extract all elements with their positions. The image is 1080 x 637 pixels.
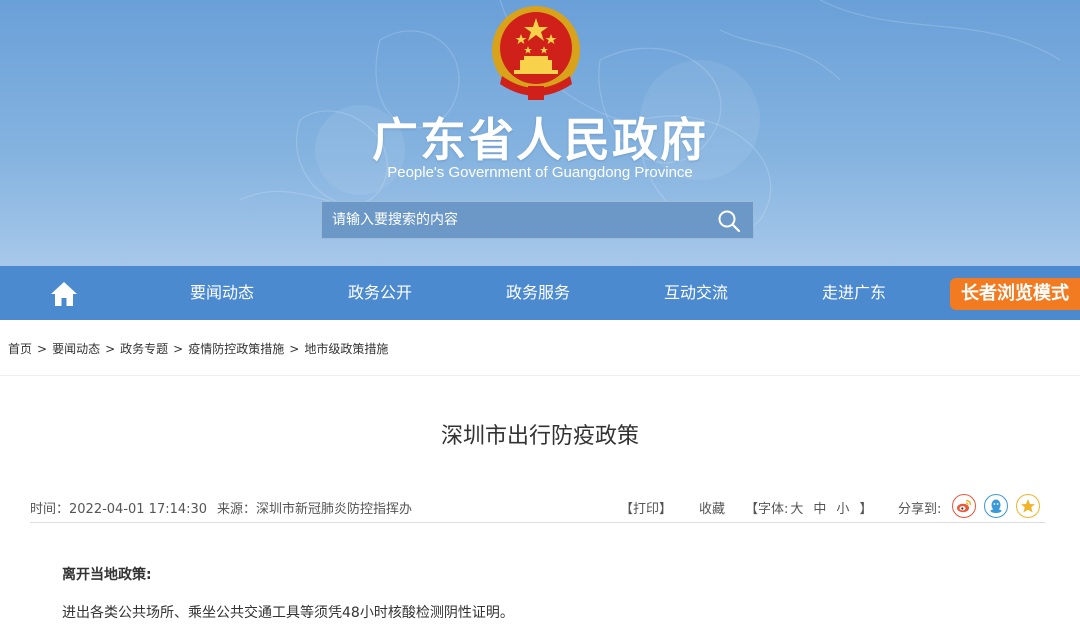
nav-item-government-affairs[interactable]: 政务公开 bbox=[348, 266, 412, 320]
breadcrumb: 首页 > 要闻动态 > 政务专题 > 疫情防控政策措施 > 地市级政策措施 bbox=[8, 340, 388, 357]
weibo-icon bbox=[957, 499, 972, 513]
search-input[interactable] bbox=[332, 202, 702, 238]
breadcrumb-separator: > bbox=[37, 342, 48, 356]
nav-item-interaction[interactable]: 互动交流 bbox=[664, 266, 728, 320]
elder-mode-button[interactable]: 长者浏览模式 bbox=[950, 278, 1080, 310]
nav-item-about-guangdong[interactable]: 走进广东 bbox=[822, 266, 886, 320]
article-meta-bar: 时间：2022-04-01 17:14:30 来源：深圳市新冠肺炎防控指挥办 【… bbox=[30, 494, 1045, 523]
breadcrumb-epidemic-policies[interactable]: 疫情防控政策措施 bbox=[188, 342, 284, 356]
breadcrumb-separator: > bbox=[105, 342, 116, 356]
article-source: 来源：深圳市新冠肺炎防控指挥办 bbox=[217, 502, 413, 517]
share-label: 分享到: bbox=[898, 502, 942, 517]
breadcrumb-separator: > bbox=[289, 342, 300, 356]
search-box bbox=[321, 201, 754, 239]
favorite-button[interactable]: 收藏 bbox=[699, 498, 725, 517]
section-heading: 离开当地政策: bbox=[62, 567, 152, 583]
font-size-small-button[interactable]: 小 bbox=[836, 502, 849, 517]
search-icon[interactable] bbox=[717, 209, 741, 233]
site-subtitle: People's Government of Guangdong Provinc… bbox=[387, 164, 693, 181]
site-title: 广东省人民政府 bbox=[372, 113, 708, 167]
qzone-star-icon bbox=[1021, 499, 1035, 513]
font-size-label: 【字体: bbox=[745, 502, 789, 517]
national-emblem-icon bbox=[492, 6, 580, 100]
nav-item-news[interactable]: 要闻动态 bbox=[190, 266, 254, 320]
share-qq-button[interactable] bbox=[984, 494, 1008, 518]
font-size-selector: 【字体: 大中小】 bbox=[745, 498, 872, 517]
font-size-bracket: 】 bbox=[859, 502, 873, 517]
nav-item-government-services[interactable]: 政务服务 bbox=[506, 266, 570, 320]
share-weibo-button[interactable] bbox=[952, 494, 976, 518]
article-paragraph: 进出各类公共场所、乘坐公共交通工具等须凭48小时核酸检测阴性证明。 bbox=[62, 605, 514, 621]
divider bbox=[0, 375, 1080, 376]
print-button[interactable]: 【打印】 bbox=[620, 498, 672, 517]
font-size-medium-button[interactable]: 中 bbox=[813, 502, 826, 517]
breadcrumb-topics[interactable]: 政务专题 bbox=[120, 342, 168, 356]
main-navigation: 要闻动态 政务公开 政务服务 互动交流 走进广东 长者浏览模式 bbox=[0, 266, 1080, 320]
breadcrumb-news[interactable]: 要闻动态 bbox=[52, 342, 100, 356]
publish-time: 时间：2022-04-01 17:14:30 bbox=[30, 502, 208, 517]
breadcrumb-home[interactable]: 首页 bbox=[8, 342, 32, 356]
qq-icon bbox=[990, 499, 1002, 513]
header-banner: 广东省人民政府 People's Government of Guangdong… bbox=[0, 0, 1080, 266]
breadcrumb-city-policies[interactable]: 地市级政策措施 bbox=[304, 342, 388, 356]
article-title: 深圳市出行防疫政策 bbox=[440, 424, 639, 449]
share-qzone-button[interactable] bbox=[1016, 494, 1040, 518]
font-size-large-button[interactable]: 大 bbox=[790, 502, 803, 517]
home-icon[interactable] bbox=[50, 281, 78, 307]
breadcrumb-separator: > bbox=[173, 342, 184, 356]
